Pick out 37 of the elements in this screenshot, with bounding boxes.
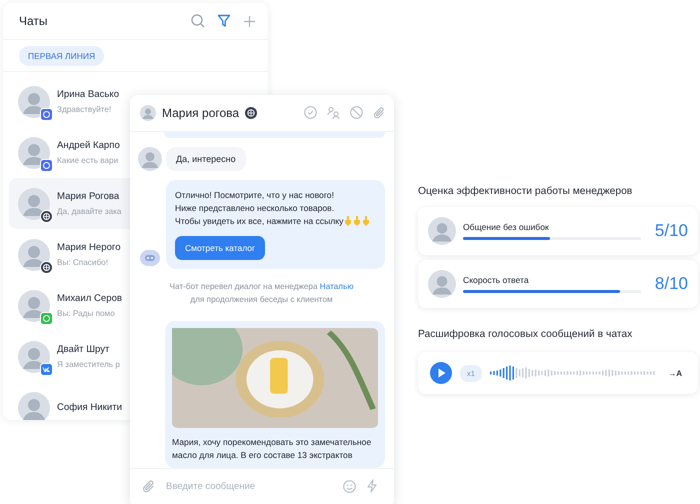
transcribe-button[interactable]: →A bbox=[668, 368, 682, 378]
contact-name: Андрей Карпо bbox=[57, 140, 120, 151]
message-preview: Вы: Рады помо bbox=[57, 309, 116, 318]
contact-name: Мария рогова bbox=[162, 106, 240, 120]
system-note: Чат-бот перевел диалог на менеджера Наталью для продолжения беседы с клиентом bbox=[168, 281, 354, 306]
score-value: 8/10 bbox=[654, 274, 688, 294]
chat-list-item[interactable]: Мария Рогова Да, давайте зака bbox=[9, 178, 130, 229]
contact-name: Михаил Серов bbox=[57, 293, 122, 304]
chat-list-item[interactable]: Михаил Серов Вы: Рады помо bbox=[9, 280, 130, 331]
message-preview: Да, давайте зака bbox=[57, 207, 122, 216]
score-value: 5/10 bbox=[654, 221, 688, 241]
chat-list-item[interactable]: Андрей Карпо Какие есть вари bbox=[9, 127, 130, 178]
contact-name: Мария Нерого bbox=[57, 242, 121, 253]
panel-title: Чаты bbox=[19, 14, 48, 28]
section-title: Расшифровка голосовых сообщений в чатах bbox=[418, 329, 634, 340]
catalog-button[interactable]: Смотреть каталог bbox=[175, 236, 266, 260]
contact-name: Ирина Васько bbox=[57, 89, 120, 100]
message-preview: Какие есть вари bbox=[57, 156, 120, 165]
metric-label: Общение без ошибок bbox=[463, 222, 550, 232]
message-bubble: Да, интересно bbox=[166, 147, 246, 171]
message-preview: Здравствуйте! bbox=[57, 105, 112, 114]
line-filter-tag[interactable]: ПЕРВАЯ ЛИНИЯ bbox=[19, 46, 104, 66]
message-text: Отлично! Посмотрите, что у нас нового! Ниже представлено несколько товаров. Чтобы увидеть их все, нажмите на ссылку bbox=[175, 189, 344, 228]
manager-link[interactable]: Наталью bbox=[320, 282, 354, 291]
message-input[interactable]: Введите сообщение bbox=[166, 480, 333, 492]
contact-name: София Никити bbox=[57, 402, 122, 413]
message-text: Мария, хочу порекомендовать это замечательное масло для лица. В его составе 13 экстрактов bbox=[172, 436, 372, 462]
message-preview: Вы: Спасибо! bbox=[57, 258, 109, 267]
metric-label: Скорость ответа bbox=[463, 275, 530, 285]
section-title: Оценка эффективности работы менеджеров bbox=[418, 186, 634, 197]
chat-list-item[interactable]: Двайт Шрут Я заместитель р bbox=[9, 331, 130, 382]
contact-name: Мария Рогова bbox=[57, 191, 120, 202]
message-preview: Я заместитель р bbox=[57, 360, 120, 369]
chat-list-item[interactable]: София Никити bbox=[9, 382, 130, 420]
contact-name: Двайт Шрут bbox=[57, 344, 110, 355]
chat-list-item[interactable]: Ирина Васько Здравствуйте! bbox=[9, 76, 130, 127]
chat-list-item[interactable]: Мария Нерого Вы: Спасибо! bbox=[9, 229, 130, 280]
